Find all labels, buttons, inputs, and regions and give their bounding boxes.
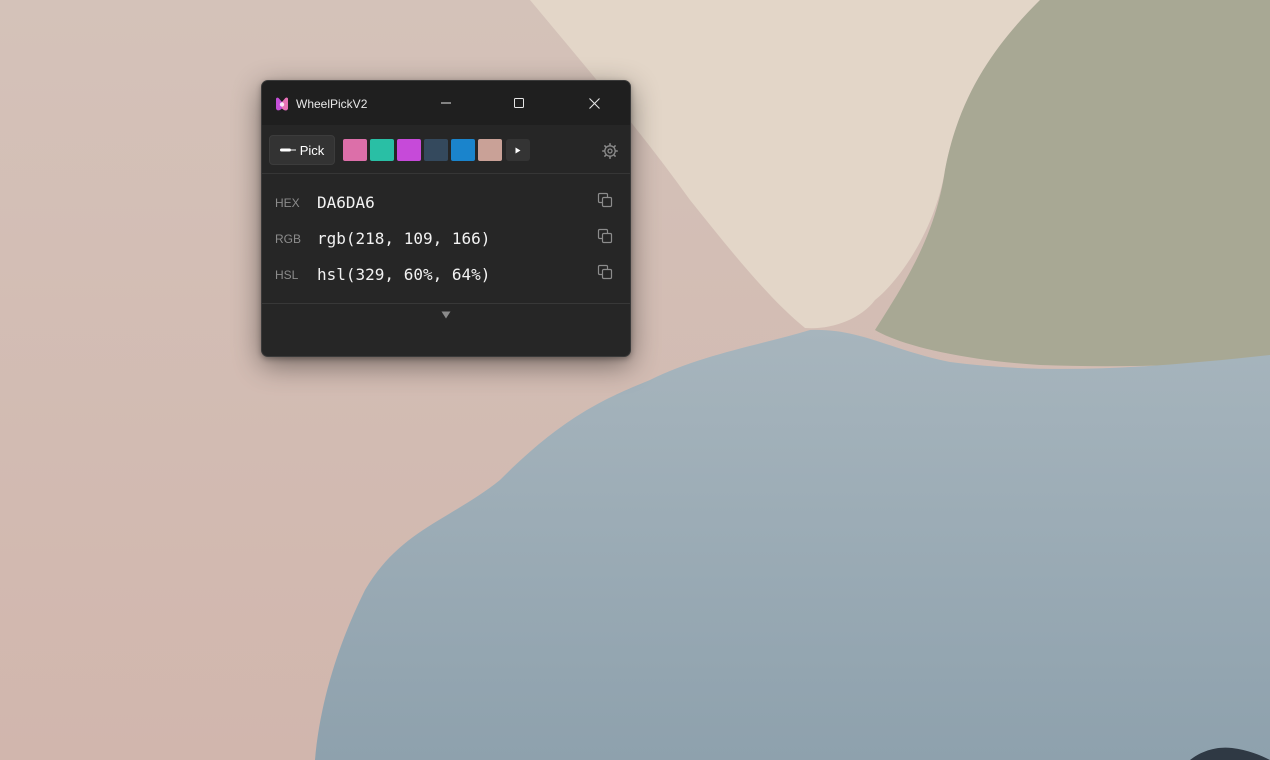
- title-bar[interactable]: WheelPickV2: [262, 81, 630, 125]
- play-arrow-icon: [515, 147, 521, 153]
- chevron-down-icon: [441, 311, 451, 319]
- eyedropper-icon: [279, 148, 296, 152]
- copy-icon[interactable]: [596, 263, 614, 281]
- swatch-history-5[interactable]: [451, 139, 475, 161]
- window-title: WheelPickV2: [296, 97, 368, 111]
- rgb-value[interactable]: rgb(218, 109, 166): [317, 229, 490, 249]
- minimize-icon: [441, 102, 451, 104]
- swatch-history-2[interactable]: [370, 139, 394, 161]
- hex-value[interactable]: DA6DA6: [317, 193, 375, 213]
- swatch-history-3[interactable]: [397, 139, 421, 161]
- maximize-button[interactable]: [496, 81, 542, 125]
- toolbar: Pick: [262, 125, 630, 174]
- close-icon: [588, 97, 600, 109]
- divider: [262, 303, 630, 304]
- hex-row: HEX DA6DA6: [262, 185, 630, 221]
- rgb-label: RGB: [275, 232, 302, 246]
- app-logo-icon: [276, 97, 288, 111]
- desktop: WheelPickV2 Pick HEX DA6DA6 RGB rgb(218,…: [0, 0, 1270, 760]
- wallpaper: [0, 0, 1270, 760]
- color-picker-window: WheelPickV2 Pick HEX DA6DA6 RGB rgb(218,…: [261, 80, 631, 357]
- copy-icon[interactable]: [596, 191, 614, 209]
- pick-button-label: Pick: [299, 142, 325, 158]
- copy-icon[interactable]: [596, 227, 614, 245]
- minimize-button[interactable]: [423, 81, 469, 125]
- rgb-row: RGB rgb(218, 109, 166): [262, 221, 630, 257]
- gear-icon[interactable]: [601, 142, 619, 160]
- hsl-value[interactable]: hsl(329, 60%, 64%): [317, 265, 490, 285]
- hsl-label: HSL: [275, 268, 299, 282]
- maximize-icon: [514, 98, 524, 108]
- swatch-history-6[interactable]: [478, 139, 502, 161]
- hsl-row: HSL hsl(329, 60%, 64%): [262, 257, 630, 293]
- pick-button[interactable]: Pick: [269, 135, 335, 165]
- hex-label: HEX: [275, 196, 300, 210]
- expand-button[interactable]: [438, 309, 454, 321]
- swatch-history-1[interactable]: [343, 139, 367, 161]
- more-swatches-button[interactable]: [506, 139, 530, 161]
- swatch-history-4[interactable]: [424, 139, 448, 161]
- close-button[interactable]: [571, 81, 617, 125]
